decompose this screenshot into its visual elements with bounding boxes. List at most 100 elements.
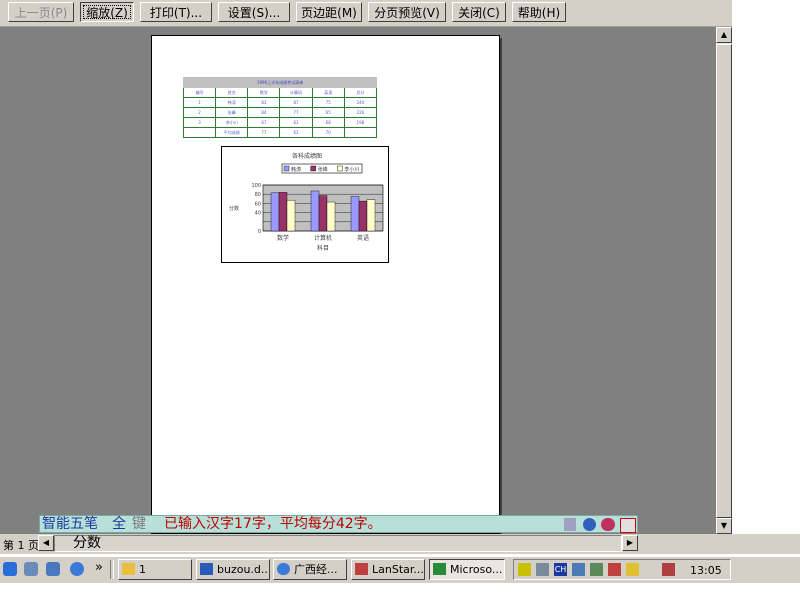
table-cell: 韩涛 (215, 97, 249, 108)
ime-fullwidth-toggle[interactable]: 全 (112, 515, 126, 533)
task-label: LanStar... (372, 563, 424, 576)
header-cell: 姓名 (215, 87, 249, 98)
vertical-scrollbar[interactable]: ▲ ▼ (716, 27, 732, 534)
clock: 13:05 (690, 564, 722, 577)
ime-name[interactable]: 智能五笔 (42, 515, 98, 533)
scroll-left-icon[interactable]: ◀ (38, 535, 54, 551)
ime-status-bar: 智能五笔 全 键 已输入汉字17字，平均每分42字。 (39, 515, 638, 533)
legend-swatch (310, 165, 316, 172)
x-tick-label: 英语 (357, 234, 369, 242)
table-cell: 83 (247, 97, 281, 108)
print-preview-toolbar: 上一页(P) 缩放(Z) 打印(T)... 设置(S)... 页边距(M) 分页… (0, 0, 732, 27)
network-icon[interactable] (536, 563, 549, 576)
security-icon[interactable] (626, 563, 639, 576)
connection-icon[interactable] (590, 563, 603, 576)
lanstar-tray-icon[interactable] (662, 563, 675, 576)
table-cell: 平均成绩 (215, 127, 249, 138)
x-tick-label: 数学 (277, 234, 289, 242)
status-content-text: 分数 (73, 535, 101, 551)
messenger-icon[interactable] (70, 562, 84, 576)
legend-label: 李小川 (344, 166, 359, 173)
task-browser[interactable]: 广西经... (273, 559, 347, 580)
bar (358, 200, 368, 232)
table-cell: 63 (279, 127, 313, 138)
previous-page-button[interactable]: 上一页(P) (8, 2, 74, 22)
legend-label: 韩涛 (291, 166, 301, 173)
show-desktop-icon[interactable] (46, 562, 60, 576)
page-indicator: 第 1 页 (3, 539, 39, 552)
disconnected-icon[interactable] (608, 563, 621, 576)
table-cell: 84 (247, 107, 281, 118)
table-cell: 77 (279, 107, 313, 118)
bar (286, 199, 296, 232)
scroll-down-icon[interactable]: ▼ (716, 518, 732, 534)
table-row: 平均成绩 77 63 70 (182, 127, 378, 138)
table-row: 3 李小川 67 63 68 198 (182, 117, 378, 128)
x-axis-label: 科目 (317, 244, 329, 252)
chart-svg: 各科成绩图韩涛 张峰 李小川 0 40 60 80 100 分数数学 计算机 英语科目 (229, 152, 384, 252)
table-cell: 244 (343, 97, 378, 108)
table-cell: 75 (311, 97, 345, 108)
task-folder-1[interactable]: 1 (118, 559, 192, 580)
quicklaunch-more-icon[interactable]: » (95, 560, 103, 575)
internet-explorer-icon[interactable] (3, 562, 17, 576)
ime-tray-icon[interactable] (572, 563, 585, 576)
score-table: 1996上半年成绩考试清单 编号 姓名 数学 计算机 英语 总分 1 韩涛 83… (182, 77, 378, 138)
table-cell: 2 (182, 107, 217, 118)
legend-swatch (283, 165, 290, 172)
ime-key-toggle[interactable]: 键 (132, 515, 146, 533)
ime-calendar-icon[interactable] (620, 518, 636, 533)
page-break-preview-button[interactable]: 分页预览(V) (368, 2, 446, 22)
word-icon (200, 563, 213, 575)
taskbar: » 1 buzou.d... 广西经... LanStar... Microso… (0, 556, 800, 583)
close-button[interactable]: 关闭(C) (452, 2, 506, 22)
table-cell: 63 (279, 117, 313, 128)
table-cell: 李小川 (215, 117, 249, 128)
table-cell: 张峰 (215, 107, 249, 118)
table-row: 1 韩涛 83 87 75 244 (182, 97, 378, 108)
task-lanstar[interactable]: LanStar... (351, 559, 425, 580)
bar (326, 201, 336, 232)
taskbar-separator (110, 560, 114, 579)
lanstar-icon (355, 563, 368, 575)
task-excel[interactable]: Microso... (429, 559, 505, 580)
setup-button[interactable]: 设置(S)... (218, 2, 290, 22)
outlook-express-icon[interactable] (24, 562, 38, 576)
y-axis-label: 分数 (229, 205, 239, 212)
bar (278, 192, 288, 232)
ime-dictionary-icon[interactable] (601, 518, 615, 531)
scroll-right-icon[interactable]: ▶ (622, 535, 638, 551)
bar (366, 199, 376, 232)
y-tick-label: 0 (258, 229, 261, 235)
bar (318, 195, 328, 232)
help-button[interactable]: 帮助(H) (512, 2, 566, 22)
table-cell: 198 (343, 117, 378, 128)
table-cell: 77 (247, 127, 281, 138)
table-header-row: 编号 姓名 数学 计算机 英语 总分 (182, 87, 378, 98)
table-cell: 70 (311, 127, 345, 138)
header-cell: 英语 (311, 87, 345, 98)
header-cell: 总分 (343, 87, 378, 98)
table-cell: 226 (343, 107, 378, 118)
score-chart: 各科成绩图 韩涛 张峰 李小川 0 40 60 80 100 分数 数学 计算机 英语 科目 (221, 146, 389, 263)
ime-calc-icon[interactable] (564, 518, 576, 531)
y-tick-label: 100 (251, 183, 261, 189)
scroll-up-icon[interactable]: ▲ (716, 27, 732, 43)
language-indicator[interactable]: CH (554, 563, 567, 576)
scroll-thumb[interactable] (716, 44, 732, 518)
task-word-document[interactable]: buzou.d... (196, 559, 270, 580)
preview-page: 1996上半年成绩考试清单 编号 姓名 数学 计算机 英语 总分 1 韩涛 83… (151, 35, 500, 534)
margins-button[interactable]: 页边距(M) (296, 2, 362, 22)
ime-message: 已输入汉字17字，平均每分42字。 (164, 516, 382, 532)
print-button[interactable]: 打印(T)... (140, 2, 212, 22)
ime-search-icon[interactable] (583, 518, 596, 531)
task-label: Microso... (450, 563, 503, 576)
volume-icon[interactable] (518, 563, 531, 576)
table-cell: 87 (279, 97, 313, 108)
table-cell (182, 127, 217, 138)
header-cell: 数学 (247, 87, 281, 98)
table-cell: 1 (182, 97, 217, 108)
zoom-button[interactable]: 缩放(Z) (80, 2, 134, 22)
table-cell (343, 127, 378, 138)
y-tick-label: 40 (255, 211, 261, 217)
